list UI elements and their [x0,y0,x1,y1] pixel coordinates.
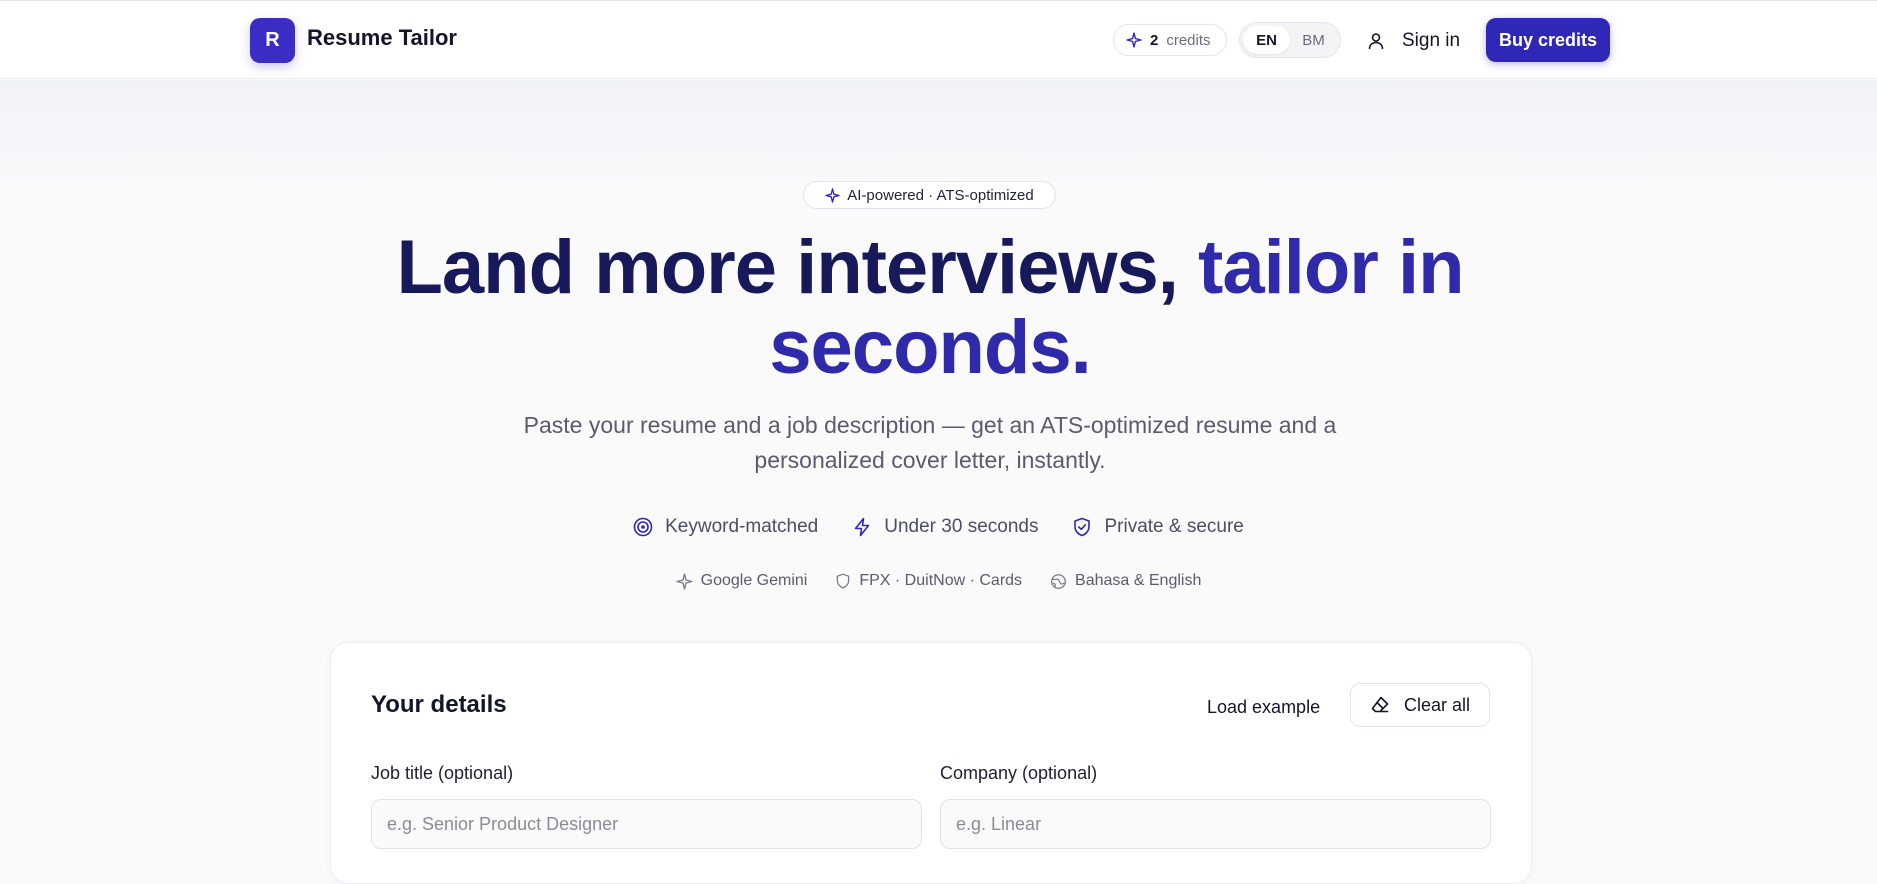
company-input[interactable] [940,799,1491,849]
sparkle-icon [1126,32,1142,48]
logo-letter: R [265,29,280,51]
lightning-icon [854,517,870,537]
job-title-input[interactable] [371,799,922,849]
lang-bm-option[interactable]: BM [1290,26,1337,54]
buy-credits-button[interactable]: Buy credits [1486,18,1610,62]
clear-all-button[interactable]: Clear all [1350,683,1490,727]
feature-speed: Under 30 seconds [852,516,1038,538]
eraser-icon [1371,696,1389,713]
credits-count: 2 [1150,31,1159,49]
tech-list: Google Gemini FPX · DuitNow · Cards Baha… [0,572,1877,590]
hero-badge-label: AI-powered · ATS-optimized [847,186,1034,204]
sparkle-icon [675,572,693,590]
tech-gemini: Google Gemini [675,572,808,590]
hero-badge: AI-powered · ATS-optimized [803,181,1056,209]
form-title: Your details [371,691,507,718]
credits-badge[interactable]: 2 credits [1113,24,1227,56]
tech-payments: FPX · DuitNow · Cards [835,572,1022,590]
globe-icon [1051,573,1066,589]
company-label: Company (optional) [940,763,1098,783]
target-icon [633,517,653,537]
top-navbar: R Resume Tailor 2 credits EN BM Sign in … [0,0,1877,79]
sparkle-icon [825,187,840,203]
sign-in-button[interactable]: Sign in [1366,28,1460,54]
tech-languages: Bahasa & English [1050,572,1201,590]
language-toggle: EN BM [1239,22,1341,58]
brand-name[interactable]: Resume Tailor [307,25,457,51]
tech-label: Bahasa & English [1075,572,1202,589]
sign-in-label: Sign in [1402,30,1461,51]
lang-en-option[interactable]: EN [1243,26,1290,54]
shield-check-icon [1074,517,1091,537]
clear-all-label: Clear all [1403,694,1471,715]
feature-label: Private & secure [1104,516,1244,537]
feature-label: Under 30 seconds [884,516,1039,537]
job-title-label: Job title (optional) [371,763,514,783]
tech-label: Google Gemini [700,572,808,589]
tech-label: FPX · DuitNow · Cards [859,572,1023,589]
header-glow [0,80,1877,190]
details-form-card: Your details Load example Clear all Job … [330,642,1532,884]
feature-keyword: Keyword-matched [633,516,818,538]
user-icon [1368,33,1384,50]
hero-subtitle: Paste your resume and a job description … [523,412,1337,473]
load-example-button[interactable]: Load example [1207,697,1320,718]
feature-private: Private & secure [1072,516,1244,538]
logo[interactable]: R [250,18,295,63]
hero-title: Land more interviews, tailor in seconds. [360,228,1500,388]
feature-label: Keyword-matched [665,516,819,537]
feature-list: Keyword-matched Under 30 seconds Private… [0,516,1877,538]
credits-label: credits [1166,31,1211,49]
shield-icon [837,573,850,589]
hero-title-main: Land more interviews, [396,225,1199,310]
